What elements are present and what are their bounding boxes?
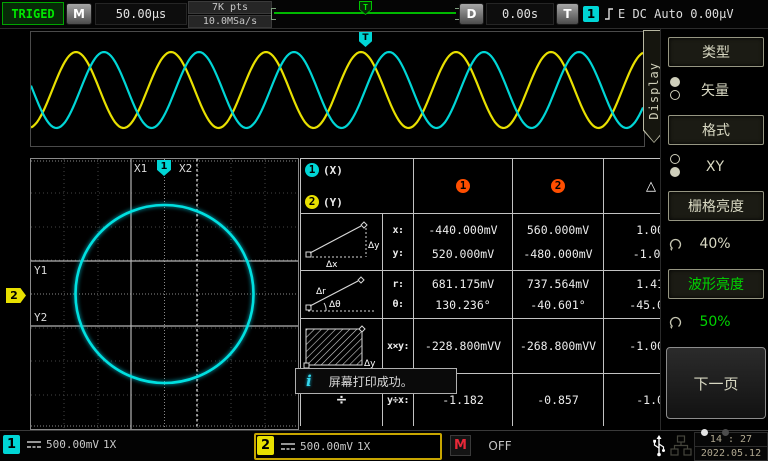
page-indicator [661,421,768,440]
row2-labels: r: θ: [383,271,414,319]
cursor1-badge: 1 [456,179,470,193]
dx-label: Δx [326,260,338,270]
channel1-badge: 1 [305,163,319,177]
dy-label: Δy [364,359,376,369]
channel2-badge: 2 [305,195,319,209]
row2-cursor2-values: 737.564mV-40.601° [513,271,604,319]
dtheta-label: Δθ [329,300,341,310]
bottom-status-bar: 1 500.00mV 1X 2 500.00mV 1X [0,430,768,461]
column-header-delta: △ [604,159,660,214]
xy-graticule [31,159,298,429]
clock-date: 2022.05.12 [694,446,768,461]
polar-cursor-icon: Δr Δθ [301,271,383,319]
menu-item-xy[interactable]: XY [662,148,768,186]
row4-cursor2-value: -0.857 [513,374,604,426]
table-source-header: 1 (X) 2 (Y) [301,159,414,214]
radio-off-icon [670,154,680,164]
channel1-button[interactable]: 1 [3,435,20,454]
cursor2-badge: 2 [551,179,565,193]
xy-display-panel: X1 X2 1 Y1 Y2 [30,158,299,430]
dy-label: Δy [368,241,380,251]
delay-button[interactable]: D [459,3,484,25]
horizontal-delay-readout: 0.00s [486,3,554,25]
channel2-button[interactable]: 2 [257,436,274,455]
menu-item-type[interactable]: 类型 [668,37,764,67]
top-status-bar: TRIGED M 50.00μs 7K pts 10.0MSa/s T D 0.… [0,0,768,29]
channel2-settings[interactable]: 2 500.00mV 1X [254,433,442,460]
row3-label: x×y: [383,319,414,374]
row1-cursor2-values: 560.000mV-480.000mV [513,214,604,271]
output-status: OFF [440,439,560,453]
menu-item-vector[interactable]: 矢量 [662,70,768,110]
row1-cursor1-values: -440.000mV520.000mV [414,214,513,271]
row3-cursor1-value: -228.800mVV [414,319,513,374]
row4-delta-value: -1.000 [604,374,660,426]
trigger-source-badge: 1 [583,6,599,22]
position-bar-left-bracket [271,8,276,20]
x-source-label: (X) [323,164,343,177]
next-page-button[interactable]: 下一页 [666,347,766,419]
area-product-icon: Δy [301,319,383,374]
sidebar-menu: 类型 矢量 格式 XY 栅格亮度 40% 波形亮度 [660,29,768,430]
radio-on-icon [670,77,680,87]
row1-delta-values: 1.000V-1.000V [604,214,660,271]
row1-labels: x: y: [383,214,414,271]
radio-group [670,154,680,177]
radio-group [670,77,680,100]
delta-symbol: △ [646,179,656,194]
info-icon: i [306,372,312,390]
sample-rate: 10.0MSa/s [188,15,272,28]
page-dot-active [701,429,708,436]
menu-item-wave-brightness[interactable]: 波形亮度 [668,269,764,299]
channel1-settings[interactable]: 500.00mV 1X [26,435,116,454]
waveform-traces [31,32,644,146]
xy-cursor-icon: Δy Δx [301,214,383,271]
yt-waveform-panel [30,31,645,147]
display-tab-label: Display [647,54,661,120]
dr-label: Δr [316,287,326,297]
cursor-y2-label: Y2 [34,311,47,324]
radio-off-icon [670,90,680,100]
column-header-cursor2: 2 [513,159,604,214]
rising-edge-icon [604,7,615,21]
column-header-cursor1: 1 [414,159,513,214]
radio-on-icon [670,167,680,177]
toast-message: i 屏幕打印成功。 [295,368,457,394]
menu-value-grid-brightness[interactable]: 40% [662,225,768,263]
knob-icon [669,316,682,329]
trigger-status-badge: TRIGED [2,2,64,25]
menu-item-grid-brightness[interactable]: 栅格亮度 [668,191,764,221]
dc-coupling-icon [26,439,42,450]
trigger-menu-button[interactable]: T [556,3,579,25]
dc-coupling-icon [280,441,296,452]
memory-depth: 7K pts [188,1,272,14]
row3-delta-value: -1.000VV [604,319,660,374]
cursor-x1-label: X1 [134,162,147,175]
row2-cursor1-values: 681.175mV130.236° [414,271,513,319]
row2-delta-values: 1.4142-45.000° [604,271,660,319]
menu-item-format[interactable]: 格式 [668,115,764,145]
page-dot-inactive [722,429,729,436]
oscilloscope-screen: TRIGED M 50.00μs 7K pts 10.0MSa/s T D 0.… [0,0,768,461]
cursor-y1-label: Y1 [34,264,47,277]
y-source-label: (Y) [323,196,343,209]
acquisition-readout: 7K pts 10.0MSa/s [188,1,272,28]
timebase-readout: 50.00μs [95,3,187,25]
trigger-settings-readout: E DC Auto 0.00μV [618,7,734,21]
knob-icon [669,238,682,251]
cursor-x2-label: X2 [179,162,192,175]
horizontal-mode-button[interactable]: M [66,3,92,25]
toast-text: 屏幕打印成功。 [329,373,413,390]
channel2-position-marker-icon[interactable]: 2 [6,288,26,303]
menu-value-wave-brightness[interactable]: 50% [662,303,768,341]
row3-cursor2-value: -268.800mVV [513,319,604,374]
